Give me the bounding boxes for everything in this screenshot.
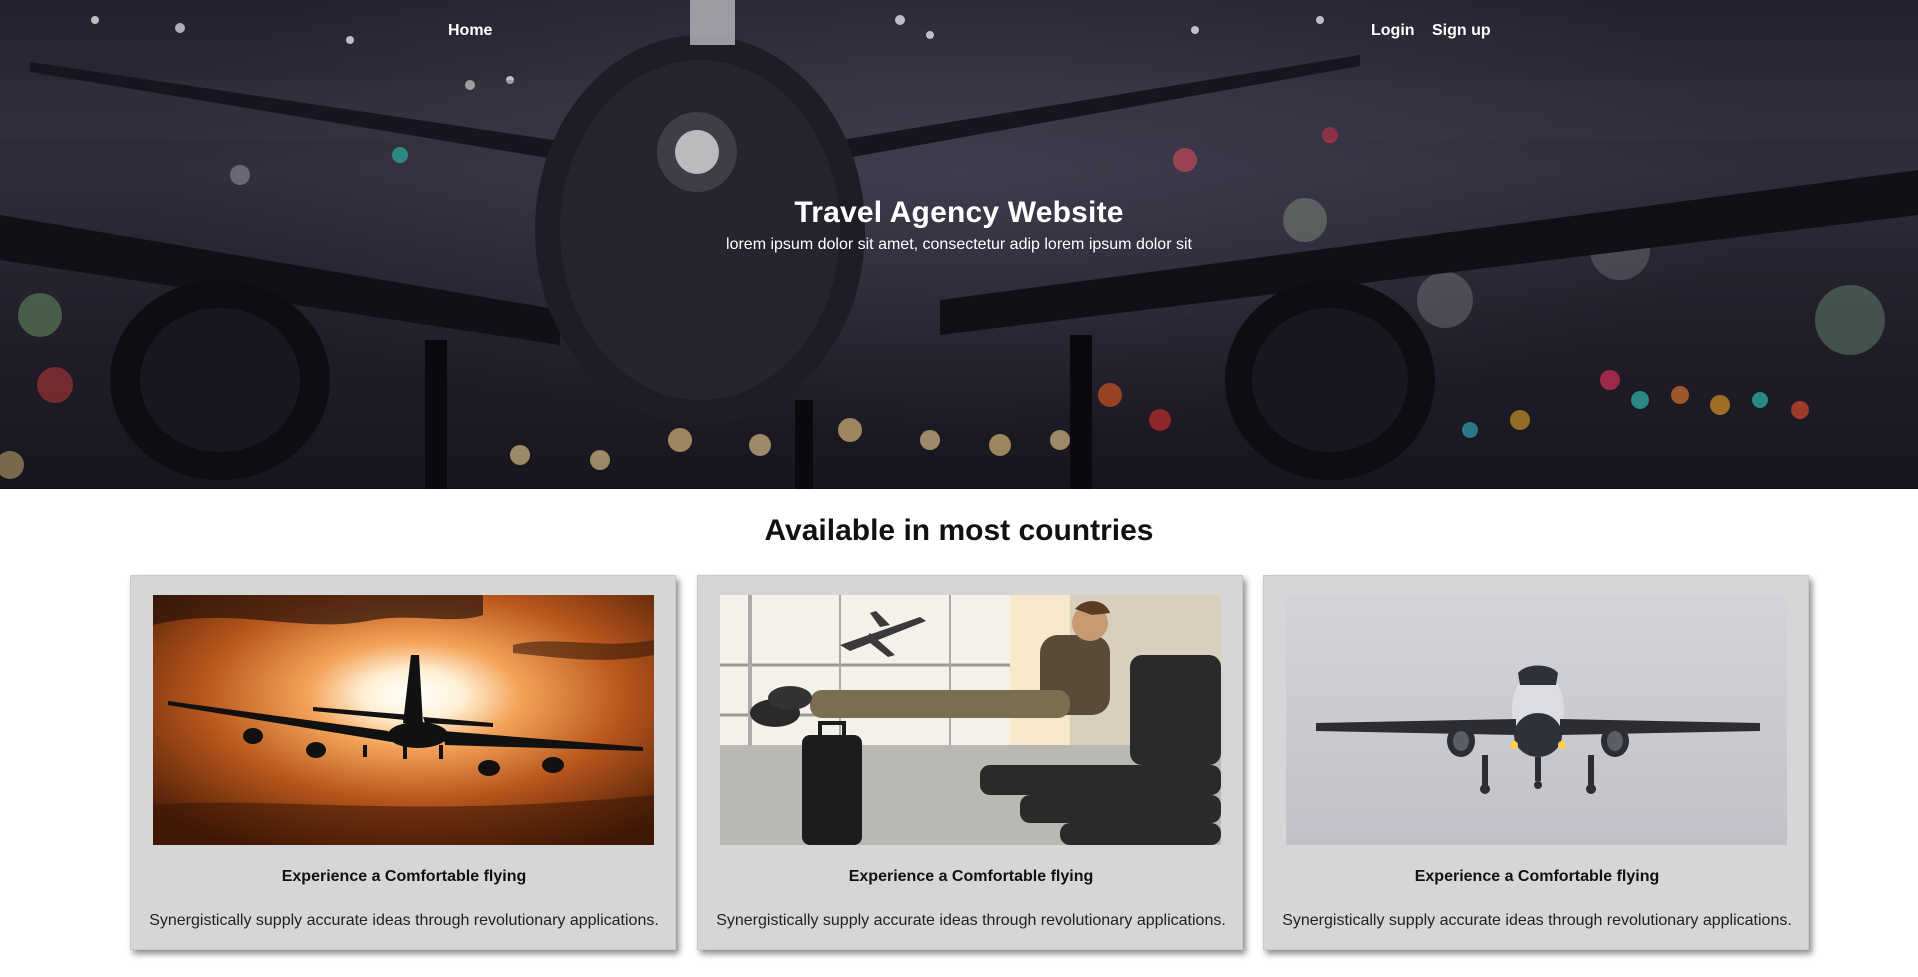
card-title: Experience a Comfortable flying <box>281 868 527 885</box>
card-title: Experience a Comfortable flying <box>848 868 1094 885</box>
hero-title: Travel Agency Website <box>794 196 1124 229</box>
traveler-airport-image <box>720 595 1221 845</box>
feature-card: Experience a Comfortable flying Synergis… <box>697 575 1243 950</box>
nav-home-link[interactable]: Home <box>448 22 492 40</box>
card-description: Synergistically supply accurate ideas th… <box>1282 912 1792 929</box>
hero-banner: Home Login Sign up Travel Agency Website… <box>0 0 1918 489</box>
section-title: Available in most countries <box>764 514 1154 547</box>
feature-card: Experience a Comfortable flying Synergis… <box>130 575 676 950</box>
top-navigation: Home Login Sign up <box>0 0 1918 64</box>
airplane-landing-image <box>1286 595 1787 845</box>
feature-card: Experience a Comfortable flying Synergis… <box>1263 575 1809 950</box>
airplane-sunset-image <box>153 595 654 845</box>
card-description: Synergistically supply accurate ideas th… <box>716 912 1226 929</box>
hero-text: Travel Agency Website lorem ipsum dolor … <box>0 196 1918 254</box>
nav-signup-link[interactable]: Sign up <box>1432 22 1491 40</box>
card-title: Experience a Comfortable flying <box>1414 868 1660 885</box>
nav-login-link[interactable]: Login <box>1371 22 1415 40</box>
hero-subtitle: lorem ipsum dolor sit amet, consectetur … <box>726 236 1192 253</box>
card-description: Synergistically supply accurate ideas th… <box>149 912 659 929</box>
